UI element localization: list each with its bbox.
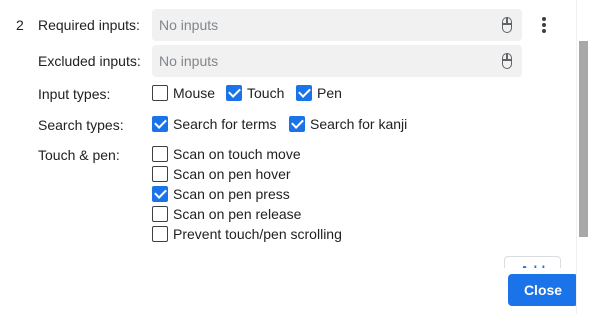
checkbox-label: Scan on pen release [173,206,302,222]
required-inputs-field[interactable]: No inputs [152,9,522,41]
check-icon[interactable] [289,116,305,132]
checkbox-label: Scan on pen hover [173,166,291,182]
more-vert-icon[interactable] [536,15,552,35]
mouse-icon [502,53,512,69]
checkbox-label: Search for kanji [310,116,408,132]
scrollbar-thumb[interactable] [579,41,588,237]
checkbox-box[interactable] [152,226,168,242]
check-icon[interactable] [152,116,168,132]
required-inputs-label: Required inputs: [38,17,140,33]
checkbox-search-kanji[interactable]: Search for kanji [289,116,407,132]
input-types-label: Input types: [38,86,111,102]
checkbox-label: Search for terms [173,116,277,132]
excluded-inputs-label: Excluded inputs: [38,53,141,69]
close-button[interactable]: Close [508,274,578,306]
mouse-icon [502,17,512,33]
checkbox-box[interactable] [152,146,168,162]
dialog-footer [0,268,578,314]
checkbox-label: Pen [317,85,342,101]
checkbox-search-terms[interactable]: Search for terms [152,116,276,132]
row-index: 2 [16,17,24,33]
excluded-inputs-placeholder: No inputs [159,53,219,69]
required-inputs-placeholder: No inputs [159,17,219,33]
checkbox-scan-pen-press[interactable]: Scan on pen press [152,186,290,202]
checkbox-touch[interactable]: Touch [226,85,284,101]
settings-panel: 2 Required inputs: No inputs Excluded in… [0,0,576,314]
check-icon[interactable] [226,85,242,101]
checkbox-box[interactable] [152,206,168,222]
checkbox-box[interactable] [152,85,168,101]
checkbox-scan-pen-release[interactable]: Scan on pen release [152,206,301,222]
excluded-inputs-field[interactable]: No inputs [152,45,522,77]
checkbox-scan-touch-move[interactable]: Scan on touch move [152,146,301,162]
touch-pen-label: Touch & pen: [38,147,120,163]
search-types-label: Search types: [38,117,124,133]
check-icon[interactable] [296,85,312,101]
checkbox-label: Touch [247,85,285,101]
checkbox-label: Mouse [173,85,216,101]
check-icon[interactable] [152,186,168,202]
checkbox-box[interactable] [152,166,168,182]
checkbox-prevent-scrolling[interactable]: Prevent touch/pen scrolling [152,226,342,242]
checkbox-label: Scan on pen press [173,186,290,202]
checkbox-mouse[interactable]: Mouse [152,85,215,101]
checkbox-pen[interactable]: Pen [296,85,342,101]
checkbox-label: Prevent touch/pen scrolling [173,226,342,242]
checkbox-label: Scan on touch move [173,146,301,162]
checkbox-scan-pen-hover[interactable]: Scan on pen hover [152,166,291,182]
